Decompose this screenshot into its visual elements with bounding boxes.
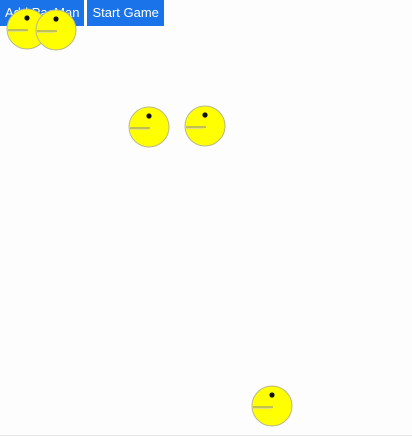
pacman-icon: [184, 105, 226, 147]
pacman-icon: [128, 106, 170, 148]
pacman-icon: [251, 385, 293, 427]
start-game-button[interactable]: Start Game: [87, 0, 164, 26]
pacman-icon: [35, 9, 77, 51]
game-board: Add PacMan Start Game: [0, 0, 412, 436]
